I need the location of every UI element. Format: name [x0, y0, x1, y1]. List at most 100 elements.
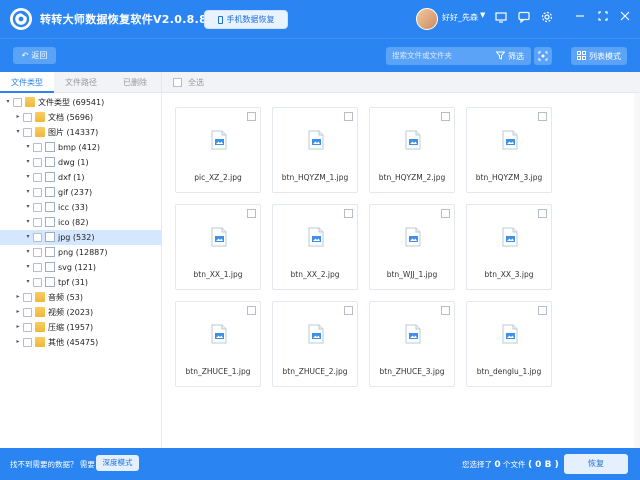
- tree-node-checkbox[interactable]: [33, 143, 42, 152]
- tree-node-checkbox[interactable]: [23, 128, 32, 137]
- expand-arrow-icon[interactable]: ▸: [14, 322, 22, 332]
- file-card[interactable]: btn_ZHUCE_1.jpg: [175, 301, 261, 387]
- file-card[interactable]: btn_ZHUCE_3.jpg: [369, 301, 455, 387]
- file-checkbox[interactable]: [441, 112, 450, 121]
- tree-node[interactable]: ▾ gif (237): [0, 185, 161, 200]
- folder-icon: [35, 322, 45, 332]
- tree-node-checkbox[interactable]: [33, 173, 42, 182]
- tree-node-checkbox[interactable]: [33, 248, 42, 257]
- tree-node[interactable]: ▸ 视频 (2023): [0, 305, 161, 320]
- expand-arrow-icon[interactable]: ▸: [14, 307, 22, 317]
- collapse-arrow-icon[interactable]: ▾: [24, 142, 32, 152]
- tree-node-checkbox[interactable]: [33, 263, 42, 272]
- expand-arrow-icon[interactable]: ▸: [14, 112, 22, 122]
- file-card[interactable]: btn_HQYZM_2.jpg: [369, 107, 455, 193]
- expand-arrow-icon[interactable]: ▸: [14, 292, 22, 302]
- tree-node[interactable]: ▾ bmp (412): [0, 140, 161, 155]
- collapse-arrow-icon[interactable]: ▾: [24, 277, 32, 287]
- tree-node[interactable]: ▸ 其他 (45475): [0, 335, 161, 350]
- tree-node-checkbox[interactable]: [23, 308, 32, 317]
- collapse-arrow-icon[interactable]: ▾: [24, 187, 32, 197]
- tree-node-label: 视频 (2023): [48, 308, 94, 317]
- minimize-icon[interactable]: [573, 11, 587, 25]
- tree-node-checkbox[interactable]: [13, 98, 22, 107]
- collapse-arrow-icon[interactable]: ▾: [24, 157, 32, 167]
- preview-icon[interactable]: [534, 47, 552, 65]
- tree-node[interactable]: ▸ 压缩 (1957): [0, 320, 161, 335]
- tree-node[interactable]: ▾ ico (82): [0, 215, 161, 230]
- tree-node[interactable]: ▸ 音频 (53): [0, 290, 161, 305]
- tree-node-checkbox[interactable]: [23, 293, 32, 302]
- file-card[interactable]: btn_XX_2.jpg: [272, 204, 358, 290]
- expand-arrow-icon[interactable]: ▸: [14, 337, 22, 347]
- tree-node-checkbox[interactable]: [33, 218, 42, 227]
- tab-deleted[interactable]: 已删除: [108, 72, 162, 93]
- collapse-arrow-icon[interactable]: ▾: [14, 127, 22, 137]
- username[interactable]: 好好_先森: [442, 12, 478, 23]
- collapse-arrow-icon[interactable]: ▾: [24, 232, 32, 242]
- tab-file-type[interactable]: 文件类型: [0, 72, 54, 93]
- tree-node[interactable]: ▾ svg (121): [0, 260, 161, 275]
- file-checkbox[interactable]: [247, 112, 256, 121]
- tree-node-checkbox[interactable]: [33, 188, 42, 197]
- file-card[interactable]: btn_HQYZM_1.jpg: [272, 107, 358, 193]
- search-input[interactable]: 搜索文件或文件夹: [386, 47, 486, 65]
- file-card[interactable]: btn_XX_3.jpg: [466, 204, 552, 290]
- collapse-arrow-icon[interactable]: ▾: [24, 172, 32, 182]
- tree-node-checkbox[interactable]: [33, 233, 42, 242]
- user-dropdown-icon[interactable]: ▼: [480, 11, 485, 19]
- file-card[interactable]: btn_WJJ_1.jpg: [369, 204, 455, 290]
- collapse-arrow-icon[interactable]: ▾: [24, 262, 32, 272]
- recover-button[interactable]: 恢复: [564, 454, 628, 474]
- phone-recovery-button[interactable]: 手机数据恢复: [204, 10, 288, 29]
- maximize-icon[interactable]: [596, 11, 610, 25]
- tree-node-checkbox[interactable]: [23, 338, 32, 347]
- file-checkbox[interactable]: [247, 306, 256, 315]
- tree-node[interactable]: ▸ 文档 (5696): [0, 110, 161, 125]
- deep-mode-button[interactable]: 深度模式: [96, 455, 139, 471]
- file-checkbox[interactable]: [538, 209, 547, 218]
- collapse-arrow-icon[interactable]: ▾: [24, 247, 32, 257]
- list-mode-button[interactable]: 列表模式: [571, 47, 627, 65]
- file-card[interactable]: btn_ZHUCE_2.jpg: [272, 301, 358, 387]
- feedback-icon[interactable]: [517, 11, 531, 25]
- tab-file-path[interactable]: 文件路径: [54, 72, 108, 93]
- collapse-arrow-icon[interactable]: ▾: [4, 97, 12, 107]
- tree-node-checkbox[interactable]: [33, 278, 42, 287]
- tree-node[interactable]: ▾ dxf (1): [0, 170, 161, 185]
- select-all-checkbox[interactable]: [173, 78, 182, 87]
- file-card[interactable]: pic_XZ_2.jpg: [175, 107, 261, 193]
- file-checkbox[interactable]: [441, 306, 450, 315]
- filter-button[interactable]: 筛选: [489, 47, 531, 65]
- settings-icon[interactable]: [540, 11, 554, 25]
- file-checkbox[interactable]: [344, 112, 353, 121]
- file-card[interactable]: btn_HQYZM_3.jpg: [466, 107, 552, 193]
- tree-node[interactable]: ▾ 文件类型 (69541): [0, 95, 161, 110]
- tree-node[interactable]: ▾ dwg (1): [0, 155, 161, 170]
- tree-node-checkbox[interactable]: [33, 158, 42, 167]
- file-checkbox[interactable]: [247, 209, 256, 218]
- tree-node-checkbox[interactable]: [33, 203, 42, 212]
- monitor-icon[interactable]: [494, 11, 508, 25]
- tree-node[interactable]: ▾ icc (33): [0, 200, 161, 215]
- tree-node[interactable]: ▾ tpf (31): [0, 275, 161, 290]
- file-card[interactable]: btn_XX_1.jpg: [175, 204, 261, 290]
- collapse-arrow-icon[interactable]: ▾: [24, 217, 32, 227]
- tree-node[interactable]: ▾ png (12887): [0, 245, 161, 260]
- file-checkbox[interactable]: [441, 209, 450, 218]
- file-checkbox[interactable]: [538, 112, 547, 121]
- collapse-arrow-icon[interactable]: ▾: [24, 202, 32, 212]
- file-card[interactable]: btn_denglu_1.jpg: [466, 301, 552, 387]
- scrollbar[interactable]: [634, 93, 640, 448]
- back-button[interactable]: ↶ 返回: [13, 47, 56, 64]
- tree-node[interactable]: ▾ jpg (532): [0, 230, 161, 245]
- tree-node[interactable]: ▾ 图片 (14337): [0, 125, 161, 140]
- avatar[interactable]: [416, 8, 438, 30]
- tree-node-checkbox[interactable]: [23, 323, 32, 332]
- close-icon[interactable]: [618, 11, 632, 25]
- file-checkbox[interactable]: [344, 209, 353, 218]
- tree-node-checkbox[interactable]: [23, 113, 32, 122]
- file-checkbox[interactable]: [538, 306, 547, 315]
- icc-file-icon: [45, 202, 55, 212]
- file-checkbox[interactable]: [344, 306, 353, 315]
